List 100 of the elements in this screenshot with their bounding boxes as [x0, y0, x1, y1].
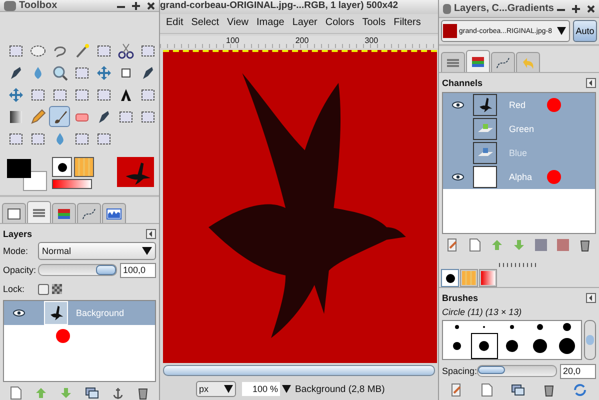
brush-preview[interactable] — [52, 157, 72, 177]
paths-icon — [495, 56, 511, 70]
trash-icon[interactable] — [543, 383, 555, 397]
new-page-icon[interactable] — [10, 386, 22, 400]
undo-arrow-icon — [520, 56, 536, 70]
dashed-rectangle-icon — [8, 42, 24, 58]
dock-tab[interactable] — [441, 269, 459, 287]
refresh-icon[interactable] — [573, 383, 587, 397]
image-thumbnail[interactable] — [117, 157, 154, 187]
dashed-rectangle-icon — [74, 86, 90, 102]
panel-menu-icon[interactable] — [146, 229, 156, 239]
panel-menu-icon[interactable] — [586, 293, 596, 303]
ruler-label: 100 — [226, 36, 240, 47]
paths-icon — [81, 206, 97, 220]
ruler-label: 200 — [295, 36, 309, 47]
window-title: Toolbox — [19, 0, 58, 11]
field-label: Spacing: — [442, 366, 474, 376]
dashed-rectangle-icon — [52, 86, 68, 102]
dock-tab[interactable] — [2, 203, 26, 223]
pencil-icon — [30, 108, 46, 124]
channels-stack-icon — [470, 54, 486, 68]
channel-name: Alpha — [509, 172, 534, 182]
lock-checkbox[interactable] — [38, 284, 49, 294]
gradient-preview[interactable] — [52, 179, 92, 189]
spacing-slider-fill[interactable] — [478, 366, 506, 374]
menu-item[interactable]: Filters — [394, 17, 421, 30]
pattern-icon — [462, 271, 476, 285]
dashed-rectangle-icon — [30, 86, 46, 102]
layer-name: Background — [76, 308, 124, 318]
magnifier-icon — [52, 64, 68, 80]
dashed-rectangle-icon — [140, 86, 156, 102]
trash-icon[interactable] — [137, 386, 150, 400]
wand-icon — [74, 42, 90, 58]
anchor-icon[interactable] — [112, 386, 124, 400]
menu-item[interactable]: Tools — [362, 17, 386, 30]
duplicate-icon[interactable] — [511, 384, 525, 396]
unit-dropdown[interactable]: px — [196, 381, 236, 397]
duplicate-icon[interactable] — [85, 387, 100, 399]
caret-icon — [557, 27, 566, 35]
dashed-rectangle-icon — [118, 108, 134, 124]
tool-options-icon — [6, 206, 22, 220]
dashed-rectangle-icon — [74, 64, 90, 80]
dashed-rectangle-icon — [96, 130, 112, 146]
auto-button[interactable]: Auto — [573, 20, 597, 42]
mode-dropdown[interactable]: Normal — [38, 242, 156, 260]
menu-item[interactable]: Colors — [325, 17, 354, 30]
window-title: grand-corbeau-ORIGINAL.jpg-...RGB, 1 layer) 500x42 — [160, 0, 438, 14]
edit-page-icon[interactable] — [447, 238, 459, 252]
dashed-rectangle-icon — [96, 42, 112, 58]
tool-button[interactable] — [49, 106, 70, 127]
spacing-spin-field[interactable]: 20,0 — [560, 364, 596, 378]
zoom-field[interactable]: 100 % — [242, 382, 280, 396]
dashed-rectangle-icon — [140, 42, 156, 58]
field-label: Mode: — [3, 246, 30, 256]
menu-item[interactable]: Layer — [292, 17, 318, 30]
horizontal-scrollbar[interactable] — [163, 365, 435, 376]
new-page-icon[interactable] — [469, 238, 481, 252]
pattern-preview[interactable] — [74, 157, 94, 177]
edit-page-icon[interactable] — [451, 383, 463, 397]
gradient-square-icon — [8, 108, 24, 124]
menu-item[interactable]: Edit — [166, 17, 184, 30]
dashed-rectangle-icon — [8, 130, 24, 146]
menu-item[interactable]: Select — [191, 17, 220, 30]
dashed-rectangle-icon — [96, 86, 112, 102]
eye-icon[interactable] — [452, 173, 464, 181]
dashed-rectangle-icon — [74, 130, 90, 146]
window-title: Layers, C...Gradients — [454, 3, 554, 14]
eye-icon[interactable] — [13, 309, 25, 317]
menu-item[interactable]: Image — [256, 17, 284, 30]
panel-title: Channels — [442, 78, 483, 88]
maximize-icon[interactable] — [572, 4, 580, 12]
menu-item[interactable]: View — [227, 17, 249, 30]
channels-stack-icon — [56, 206, 72, 220]
opacity-spin-field[interactable]: 100,0 — [120, 262, 156, 278]
field-label: Opacity: — [3, 265, 35, 275]
scissors-icon — [118, 42, 134, 58]
caret-icon — [142, 247, 152, 255]
brush-item[interactable] — [470, 333, 498, 359]
color-swatches[interactable] — [5, 157, 44, 191]
gradient-icon — [481, 271, 495, 285]
channel-name: Red — [509, 100, 527, 110]
new-page-icon[interactable] — [481, 383, 493, 397]
maximize-icon[interactable] — [132, 2, 140, 10]
cross-arrows-icon — [8, 86, 24, 102]
caret-icon — [224, 385, 233, 393]
dashed-ellipse-icon — [30, 42, 46, 58]
panel-title: Brushes — [442, 293, 478, 303]
channel-name: Green — [509, 124, 535, 134]
field-label: Lock: — [3, 284, 26, 294]
brush-name: Circle (11) (13 × 13) — [442, 307, 523, 317]
panel-menu-icon[interactable] — [586, 78, 596, 88]
caret-icon[interactable] — [282, 385, 291, 393]
vertical-scrollbar[interactable] — [584, 320, 596, 360]
close-icon[interactable] — [587, 4, 595, 12]
eye-icon[interactable] — [452, 101, 464, 109]
trash-icon[interactable] — [579, 238, 591, 252]
app-logo-icon — [4, 0, 16, 10]
panel-title: Layers — [3, 229, 32, 239]
close-icon[interactable] — [147, 2, 155, 10]
app-logo-icon — [443, 4, 451, 14]
